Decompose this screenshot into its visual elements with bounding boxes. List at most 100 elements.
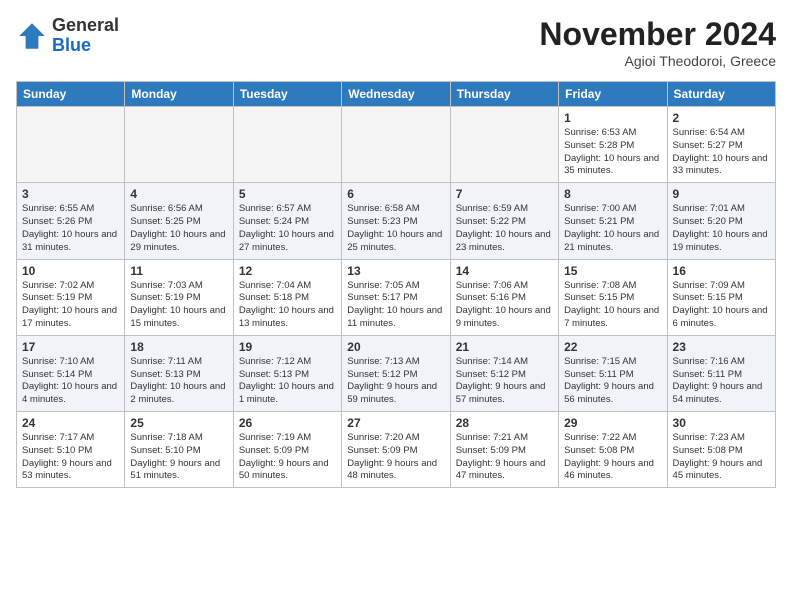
day-number: 5 [239,187,336,201]
col-saturday: Saturday [667,82,775,107]
table-row: 29Sunrise: 7:22 AM Sunset: 5:08 PM Dayli… [559,412,667,488]
table-row: 12Sunrise: 7:04 AM Sunset: 5:18 PM Dayli… [233,259,341,335]
day-info: Sunrise: 7:15 AM Sunset: 5:11 PM Dayligh… [564,356,661,407]
table-row [342,107,450,183]
day-info: Sunrise: 7:02 AM Sunset: 5:19 PM Dayligh… [22,280,119,331]
table-row [17,107,125,183]
table-row: 26Sunrise: 7:19 AM Sunset: 5:09 PM Dayli… [233,412,341,488]
col-sunday: Sunday [17,82,125,107]
calendar-header-row: Sunday Monday Tuesday Wednesday Thursday… [17,82,776,107]
table-row: 5 Sunrise: 6:57 AM Sunset: 5:24 PM Daylig… [233,183,341,259]
day-info: Sunrise: 7:11 AM Sunset: 5:13 PM Dayligh… [130,356,227,407]
day-info: Sunrise: 6:57 AM Sunset: 5:24 PM Dayligh… [239,203,336,254]
day-number: 6 [347,187,444,201]
day-number: 2 [673,111,770,125]
calendar-week-2: 3Sunrise: 6:55 AM Sunset: 5:26 PM Daylig… [17,183,776,259]
table-row: 20 Sunrise: 7:13 AM Sunset: 5:12 PM Dayli… [342,335,450,411]
calendar-week-1: 1 Sunrise: 6:53 AM Sunset: 5:28 PM Daylig… [17,107,776,183]
day-number: 19 [239,340,336,354]
table-row: 27 Sunrise: 7:20 AM Sunset: 5:09 PM Dayli… [342,412,450,488]
table-row: 11Sunrise: 7:03 AM Sunset: 5:19 PM Dayli… [125,259,233,335]
table-row: 9 Sunrise: 7:01 AM Sunset: 5:20 PM Daylig… [667,183,775,259]
day-info: Sunrise: 7:17 AM Sunset: 5:10 PM Dayligh… [22,432,119,483]
logo-general-text: General [52,15,119,35]
day-info: Sunrise: 7:18 AM Sunset: 5:10 PM Dayligh… [130,432,227,483]
col-tuesday: Tuesday [233,82,341,107]
table-row: 28 Sunrise: 7:21 AM Sunset: 5:09 PM Dayli… [450,412,558,488]
day-number: 1 [564,111,661,125]
day-info: Sunrise: 7:13 AM Sunset: 5:12 PM Dayligh… [347,356,444,407]
day-info: Sunrise: 6:54 AM Sunset: 5:27 PM Dayligh… [673,127,770,178]
logo-blue-text: Blue [52,35,91,55]
table-row: 19 Sunrise: 7:12 AM Sunset: 5:13 PM Dayli… [233,335,341,411]
day-number: 26 [239,416,336,430]
table-row: 16 Sunrise: 7:09 AM Sunset: 5:15 PM Dayli… [667,259,775,335]
day-info: Sunrise: 7:06 AM Sunset: 5:16 PM Dayligh… [456,280,553,331]
table-row: 25Sunrise: 7:18 AM Sunset: 5:10 PM Dayli… [125,412,233,488]
day-number: 23 [673,340,770,354]
day-number: 8 [564,187,661,201]
col-thursday: Thursday [450,82,558,107]
day-number: 20 [347,340,444,354]
day-info: Sunrise: 7:14 AM Sunset: 5:12 PM Dayligh… [456,356,553,407]
table-row: 10 Sunrise: 7:02 AM Sunset: 5:19 PM Dayli… [17,259,125,335]
calendar-week-4: 17Sunrise: 7:10 AM Sunset: 5:14 PM Dayli… [17,335,776,411]
day-info: Sunrise: 7:05 AM Sunset: 5:17 PM Dayligh… [347,280,444,331]
day-info: Sunrise: 7:16 AM Sunset: 5:11 PM Dayligh… [673,356,770,407]
day-number: 28 [456,416,553,430]
day-number: 3 [22,187,119,201]
table-row: 6 Sunrise: 6:58 AM Sunset: 5:23 PM Daylig… [342,183,450,259]
day-info: Sunrise: 7:23 AM Sunset: 5:08 PM Dayligh… [673,432,770,483]
day-number: 24 [22,416,119,430]
col-friday: Friday [559,82,667,107]
table-row: 4 Sunrise: 6:56 AM Sunset: 5:25 PM Daylig… [125,183,233,259]
table-row: 14 Sunrise: 7:06 AM Sunset: 5:16 PM Dayli… [450,259,558,335]
day-info: Sunrise: 7:22 AM Sunset: 5:08 PM Dayligh… [564,432,661,483]
table-row: 17Sunrise: 7:10 AM Sunset: 5:14 PM Dayli… [17,335,125,411]
table-row [125,107,233,183]
day-info: Sunrise: 7:21 AM Sunset: 5:09 PM Dayligh… [456,432,553,483]
day-number: 30 [673,416,770,430]
day-number: 14 [456,264,553,278]
table-row: 24 Sunrise: 7:17 AM Sunset: 5:10 PM Dayli… [17,412,125,488]
day-info: Sunrise: 6:56 AM Sunset: 5:25 PM Dayligh… [130,203,227,254]
day-info: Sunrise: 7:20 AM Sunset: 5:09 PM Dayligh… [347,432,444,483]
col-monday: Monday [125,82,233,107]
day-number: 17 [22,340,119,354]
day-number: 27 [347,416,444,430]
day-number: 10 [22,264,119,278]
table-row: 15Sunrise: 7:08 AM Sunset: 5:15 PM Dayli… [559,259,667,335]
table-row: 7 Sunrise: 6:59 AM Sunset: 5:22 PM Daylig… [450,183,558,259]
table-row: 23 Sunrise: 7:16 AM Sunset: 5:11 PM Dayli… [667,335,775,411]
day-info: Sunrise: 7:09 AM Sunset: 5:15 PM Dayligh… [673,280,770,331]
day-number: 9 [673,187,770,201]
day-number: 15 [564,264,661,278]
day-number: 21 [456,340,553,354]
day-info: Sunrise: 7:00 AM Sunset: 5:21 PM Dayligh… [564,203,661,254]
table-row: 13Sunrise: 7:05 AM Sunset: 5:17 PM Dayli… [342,259,450,335]
day-info: Sunrise: 6:59 AM Sunset: 5:22 PM Dayligh… [456,203,553,254]
table-row: 22Sunrise: 7:15 AM Sunset: 5:11 PM Dayli… [559,335,667,411]
day-info: Sunrise: 7:04 AM Sunset: 5:18 PM Dayligh… [239,280,336,331]
table-row: 30 Sunrise: 7:23 AM Sunset: 5:08 PM Dayli… [667,412,775,488]
col-wednesday: Wednesday [342,82,450,107]
day-info: Sunrise: 7:12 AM Sunset: 5:13 PM Dayligh… [239,356,336,407]
table-row: 18Sunrise: 7:11 AM Sunset: 5:13 PM Dayli… [125,335,233,411]
table-row: 21 Sunrise: 7:14 AM Sunset: 5:12 PM Dayli… [450,335,558,411]
day-number: 16 [673,264,770,278]
month-year-title: November 2024 [539,16,776,53]
table-row: 2 Sunrise: 6:54 AM Sunset: 5:27 PM Daylig… [667,107,775,183]
day-number: 4 [130,187,227,201]
day-number: 7 [456,187,553,201]
day-info: Sunrise: 6:58 AM Sunset: 5:23 PM Dayligh… [347,203,444,254]
calendar-week-3: 10 Sunrise: 7:02 AM Sunset: 5:19 PM Dayli… [17,259,776,335]
day-info: Sunrise: 7:01 AM Sunset: 5:20 PM Dayligh… [673,203,770,254]
calendar-table: Sunday Monday Tuesday Wednesday Thursday… [16,81,776,488]
page-header: General Blue November 2024 Agioi Theodor… [16,16,776,69]
day-info: Sunrise: 6:53 AM Sunset: 5:28 PM Dayligh… [564,127,661,178]
table-row [233,107,341,183]
table-row: 8 Sunrise: 7:00 AM Sunset: 5:21 PM Daylig… [559,183,667,259]
day-info: Sunrise: 7:03 AM Sunset: 5:19 PM Dayligh… [130,280,227,331]
logo: General Blue [16,16,119,56]
title-block: November 2024 Agioi Theodoroi, Greece [539,16,776,69]
